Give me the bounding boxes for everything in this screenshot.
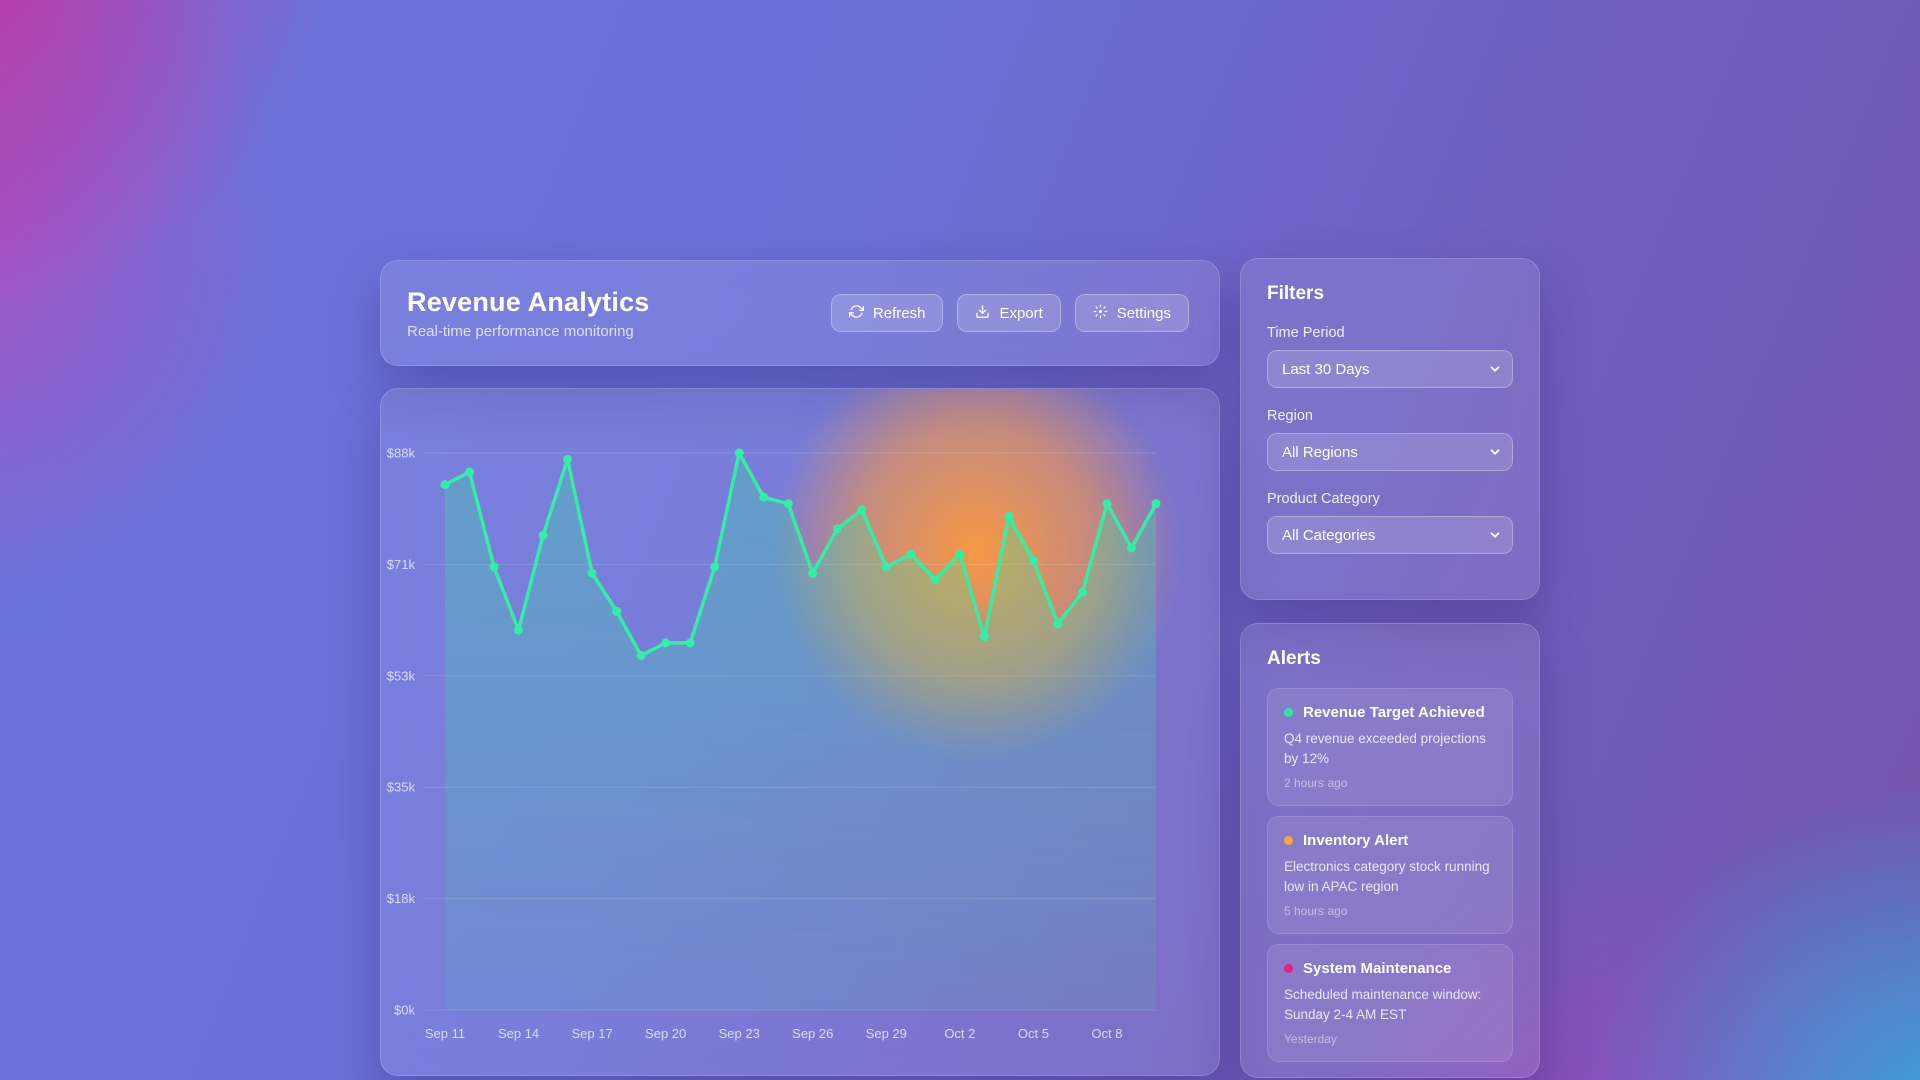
product-category-label: Product Category [1267, 491, 1513, 507]
refresh-button[interactable]: Refresh [831, 294, 944, 332]
product-category-select-wrap: All Categories [1267, 516, 1513, 554]
alert-item-inventory: Inventory Alert Electronics category sto… [1267, 816, 1513, 934]
svg-text:$35k: $35k [387, 780, 416, 795]
svg-text:Sep 29: Sep 29 [866, 1026, 907, 1041]
region-select-wrap: All Regions [1267, 433, 1513, 471]
alert-description: Q4 revenue exceeded projections by 12% [1284, 729, 1496, 768]
time-period-label: Time Period [1267, 325, 1513, 341]
alert-title: System Maintenance [1303, 960, 1451, 977]
svg-text:Sep 23: Sep 23 [719, 1026, 760, 1041]
export-button-label: Export [999, 305, 1042, 322]
status-dot-pink [1284, 964, 1293, 973]
alert-item-maintenance: System Maintenance Scheduled maintenance… [1267, 944, 1513, 1062]
alerts-title: Alerts [1267, 648, 1513, 670]
filter-group-time-period: Time Period Last 30 Days [1267, 325, 1513, 388]
header-text-block: Revenue Analytics Real-time performance … [407, 287, 650, 340]
svg-text:$88k: $88k [387, 446, 416, 461]
region-label: Region [1267, 408, 1513, 424]
filter-group-region: Region All Regions [1267, 408, 1513, 471]
settings-button-label: Settings [1117, 305, 1171, 322]
time-period-select-wrap: Last 30 Days [1267, 350, 1513, 388]
svg-text:$53k: $53k [387, 668, 416, 683]
filters-panel: Filters Time Period Last 30 Days Region … [1240, 258, 1540, 600]
alert-title: Revenue Target Achieved [1303, 704, 1485, 721]
filters-title: Filters [1267, 283, 1513, 305]
alert-timestamp: 5 hours ago [1284, 904, 1496, 918]
header-actions: Refresh Export Settings [831, 294, 1189, 332]
svg-text:Sep 14: Sep 14 [498, 1026, 539, 1041]
svg-text:$71k: $71k [387, 557, 416, 572]
svg-text:Oct 8: Oct 8 [1091, 1026, 1122, 1041]
page-title: Revenue Analytics [407, 287, 650, 318]
alert-description: Scheduled maintenance window: Sunday 2-4… [1284, 985, 1496, 1024]
revenue-line-chart: $0k $18k $35k $53k $71k $88k Sep 11 Sep 14 Sep 1… [381, 389, 1220, 1076]
status-dot-amber [1284, 836, 1293, 845]
settings-button[interactable]: Settings [1075, 294, 1189, 332]
alerts-panel: Alerts Revenue Target Achieved Q4 revenu… [1240, 623, 1540, 1078]
svg-text:Sep 20: Sep 20 [645, 1026, 686, 1041]
alert-list: Revenue Target Achieved Q4 revenue excee… [1267, 688, 1513, 1062]
download-icon [975, 304, 990, 323]
alert-title: Inventory Alert [1303, 832, 1408, 849]
alert-timestamp: 2 hours ago [1284, 776, 1496, 790]
gear-icon [1093, 304, 1108, 323]
alert-description: Electronics category stock running low i… [1284, 857, 1496, 896]
region-select[interactable]: All Regions [1267, 433, 1513, 471]
time-period-select[interactable]: Last 30 Days [1267, 350, 1513, 388]
status-dot-green [1284, 708, 1293, 717]
svg-text:Sep 11: Sep 11 [425, 1026, 465, 1041]
export-button[interactable]: Export [957, 294, 1060, 332]
dashboard-background: Revenue Analytics Real-time performance … [0, 0, 1920, 1080]
header-card: Revenue Analytics Real-time performance … [380, 260, 1220, 366]
refresh-icon [849, 304, 864, 323]
product-category-select[interactable]: All Categories [1267, 516, 1513, 554]
svg-text:Sep 26: Sep 26 [792, 1026, 833, 1041]
refresh-button-label: Refresh [873, 305, 926, 322]
svg-text:$18k: $18k [387, 891, 416, 906]
revenue-chart-card: $0k $18k $35k $53k $71k $88k Sep 11 Sep 14 Sep 1… [380, 388, 1220, 1076]
alert-item-revenue-target: Revenue Target Achieved Q4 revenue excee… [1267, 688, 1513, 806]
alert-timestamp: Yesterday [1284, 1032, 1496, 1046]
filter-group-product-category: Product Category All Categories [1267, 491, 1513, 554]
svg-text:Oct 2: Oct 2 [944, 1026, 975, 1041]
page-subtitle: Real-time performance monitoring [407, 323, 650, 340]
svg-text:$0k: $0k [394, 1003, 415, 1018]
svg-text:Oct 5: Oct 5 [1018, 1026, 1049, 1041]
svg-text:Sep 17: Sep 17 [572, 1026, 613, 1041]
